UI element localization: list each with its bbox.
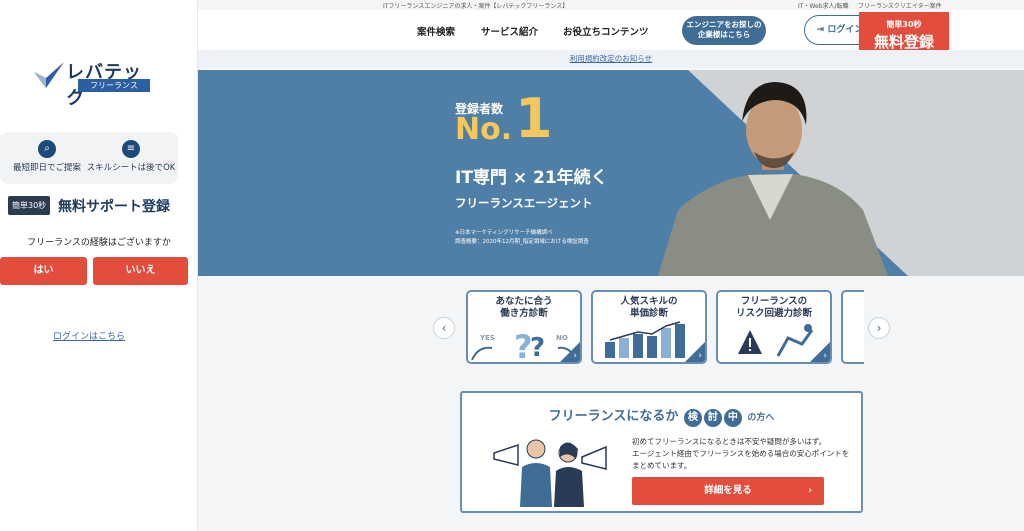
card-title-line1: 人気スキルの	[620, 296, 678, 307]
card-title-line1: フリーランスの	[740, 296, 808, 307]
hero-model-image	[658, 82, 888, 276]
login-icon: ⇥	[816, 25, 825, 35]
free-register-small: 簡単30秒	[886, 20, 922, 29]
enterprise-button[interactable]: エンジニアをお探しの 企業様はこちら	[682, 16, 766, 45]
hero-banner[interactable]: 登録者数 No. 1 IT専門 × 21年続く フリーランスエージェント ※日本…	[198, 70, 1024, 276]
consult-desc-line2: エージェント経由でフリーランスを始める場合の安心ポイントを	[632, 449, 850, 458]
card-title-line1: フリ	[843, 296, 864, 308]
consult-chip: 検	[683, 409, 702, 427]
registration-heading: 簡単30秒 無料サポート登録	[8, 196, 193, 216]
registration-title: 無料サポート登録	[58, 199, 170, 215]
consult-title-post: の方へ	[747, 413, 775, 423]
carousel-card-risk[interactable]: フリーランスの リスク回避力診断 ›	[716, 290, 832, 364]
consult-desc-line1: 初めてフリーランスになるときは不安や疑問が多いはず。	[632, 437, 827, 446]
creator-link[interactable]: フリーランスクリエイター案件	[858, 1, 942, 10]
page: レバテック フリーランス ⌕ 最短即日でご提案 ≡ スキルシートは後でOK 簡単…	[0, 0, 1024, 531]
nav-contents[interactable]: お役立ちコンテンツ	[563, 24, 649, 38]
search-icon: ⌕	[38, 140, 56, 158]
carousel-next-button[interactable]: ›	[868, 317, 890, 339]
site-tagline: ITフリーランスエンジニアの求人・案件【レバテックフリーランス】	[383, 3, 569, 10]
carousel-card-partial[interactable]: フリ	[841, 290, 864, 364]
job-change-link[interactable]: IT・Web求人/転職	[798, 1, 849, 10]
carousel-card-skill-price[interactable]: 人気スキルの 単価診断 ›	[591, 290, 707, 364]
card-title-line2: リスク回避力診断	[735, 308, 812, 319]
consult-desc-line3: まとめています。	[632, 461, 692, 470]
details-button-label: 詳細を見る	[704, 485, 752, 496]
consult-chip: 中	[723, 409, 742, 427]
free-register-label: 無料登録	[873, 33, 934, 51]
nav-service[interactable]: サービス紹介	[481, 24, 538, 38]
consult-chip: 討	[703, 409, 722, 427]
logo-subtext: フリーランス	[78, 79, 150, 92]
enterprise-line1: エンジニアをお探しの	[686, 20, 762, 29]
feature-label: スキルシートは後でOK	[86, 163, 176, 173]
carousel-prev-button[interactable]: ‹	[433, 317, 455, 339]
yes-button[interactable]: はい	[0, 257, 87, 285]
consult-title: フリーランスになるか 検討中 の方へ	[462, 405, 861, 427]
question-hands-icon: ? ? YES NO	[471, 328, 577, 362]
no-button[interactable]: いいえ	[93, 257, 188, 285]
feature-card-fast-proposal: ⌕ 最短即日でご提案	[0, 132, 94, 184]
levtech-logo[interactable]: レバテック フリーランス	[32, 58, 152, 109]
hero-headline: IT専門 × 21年続く	[455, 168, 608, 188]
enterprise-line2: 企業様はこちら	[697, 30, 751, 39]
logo-mark-icon	[34, 62, 64, 88]
chevron-right-icon: ›	[808, 485, 812, 496]
no-tag: NO	[556, 334, 568, 342]
terms-notice-link[interactable]: 利用規約改定のお知らせ	[198, 50, 1024, 68]
signup-sidebar: レバテック フリーランス ⌕ 最短即日でご提案 ≡ スキルシートは後でOK 簡単…	[0, 0, 198, 531]
hero-footnote: ※日本マーケティングリサーチ機構調べ	[455, 230, 553, 236]
registration-badge: 簡単30秒	[8, 196, 51, 215]
consult-title-pre: フリーランスになるか	[548, 409, 679, 424]
hero-no-number: 1	[515, 87, 553, 150]
hero-subheadline: フリーランスエージェント	[455, 196, 593, 210]
consult-description: 初めてフリーランスになるときは不安や疑問が多いはず。 エージェント経由でフリーラ…	[632, 436, 857, 472]
card-title-line1: あなたに合う	[495, 296, 553, 307]
details-button[interactable]: 詳細を見る ›	[632, 477, 824, 505]
card-title-line2: 単価診断	[629, 308, 668, 319]
carousel-viewport: あなたに合う 働き方診断 ? ? YES NO › 人気スキルの 単価診断 › …	[462, 285, 864, 369]
carousel-card-work-style[interactable]: あなたに合う 働き方診断 ? ? YES NO ›	[466, 290, 582, 364]
people-megaphone-illustration	[493, 439, 607, 507]
hero-no-prefix: No.	[455, 112, 513, 147]
experience-question: フリーランスの経験はございますか	[27, 238, 171, 248]
bar-graph-icon	[605, 321, 685, 358]
nav-job-search[interactable]: 案件検索	[417, 24, 455, 38]
login-label: ログイン	[827, 25, 864, 35]
card-title-line2: 働き方診断	[500, 308, 548, 319]
feature-label: 最短即日でご提案	[12, 163, 81, 173]
yes-tag: YES	[479, 334, 495, 342]
svg-text:?: ?	[530, 333, 545, 360]
login-link[interactable]: ログインはこちら	[0, 329, 178, 342]
document-icon: ≡	[122, 140, 140, 158]
hero-footnote-survey: 調査概要：2020年12月期_指定領域における検証調査	[455, 239, 589, 245]
feature-card-skillsheet-later: ≡ スキルシートは後でOK	[84, 132, 178, 184]
considering-freelance-card[interactable]: フリーランスになるか 検討中 の方へ 初めてフリーランスになるときは不安や疑問が…	[460, 391, 863, 513]
warning-sign-icon	[738, 324, 814, 357]
top-note-bar: ITフリーランスエンジニアの求人・案件【レバテックフリーランス】 IT・Web求…	[198, 0, 1024, 10]
